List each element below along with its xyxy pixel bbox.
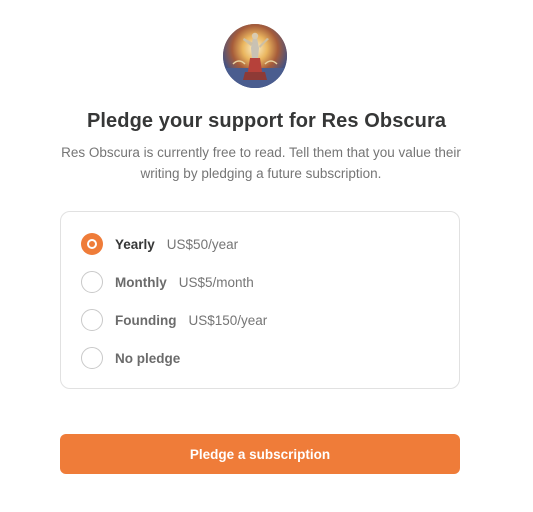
pledge-subscription-button[interactable]: Pledge a subscription [60, 434, 460, 474]
page-title: Pledge your support for Res Obscura [86, 110, 447, 132]
plan-price: US$150/year [188, 312, 268, 328]
plan-name: Yearly [115, 236, 155, 252]
publication-avatar-icon [223, 24, 287, 88]
plan-option-founding[interactable]: Founding US$150/year [81, 308, 441, 332]
plan-option-monthly[interactable]: Monthly US$5/month [81, 270, 441, 294]
page-subtitle: Res Obscura is currently free to read. T… [61, 145, 461, 181]
radio-selected-icon[interactable] [81, 233, 103, 255]
radio-unselected-icon[interactable] [81, 347, 103, 369]
plan-option-no-pledge[interactable]: No pledge [81, 346, 441, 370]
plan-name: No pledge [115, 350, 181, 366]
radio-unselected-icon[interactable] [81, 271, 103, 293]
plan-name: Monthly [115, 274, 167, 290]
plan-price: US$5/month [178, 274, 254, 290]
plan-name: Founding [115, 312, 177, 328]
avatar-illustration [223, 24, 287, 88]
plan-price: US$50/year [166, 236, 239, 252]
plan-options-card: Yearly US$50/year Monthly US$5/month Fou… [60, 211, 460, 389]
pledge-page: Pledge your support for Res Obscura Res … [0, 0, 533, 512]
plan-option-yearly[interactable]: Yearly US$50/year [81, 232, 441, 256]
radio-unselected-icon[interactable] [81, 309, 103, 331]
